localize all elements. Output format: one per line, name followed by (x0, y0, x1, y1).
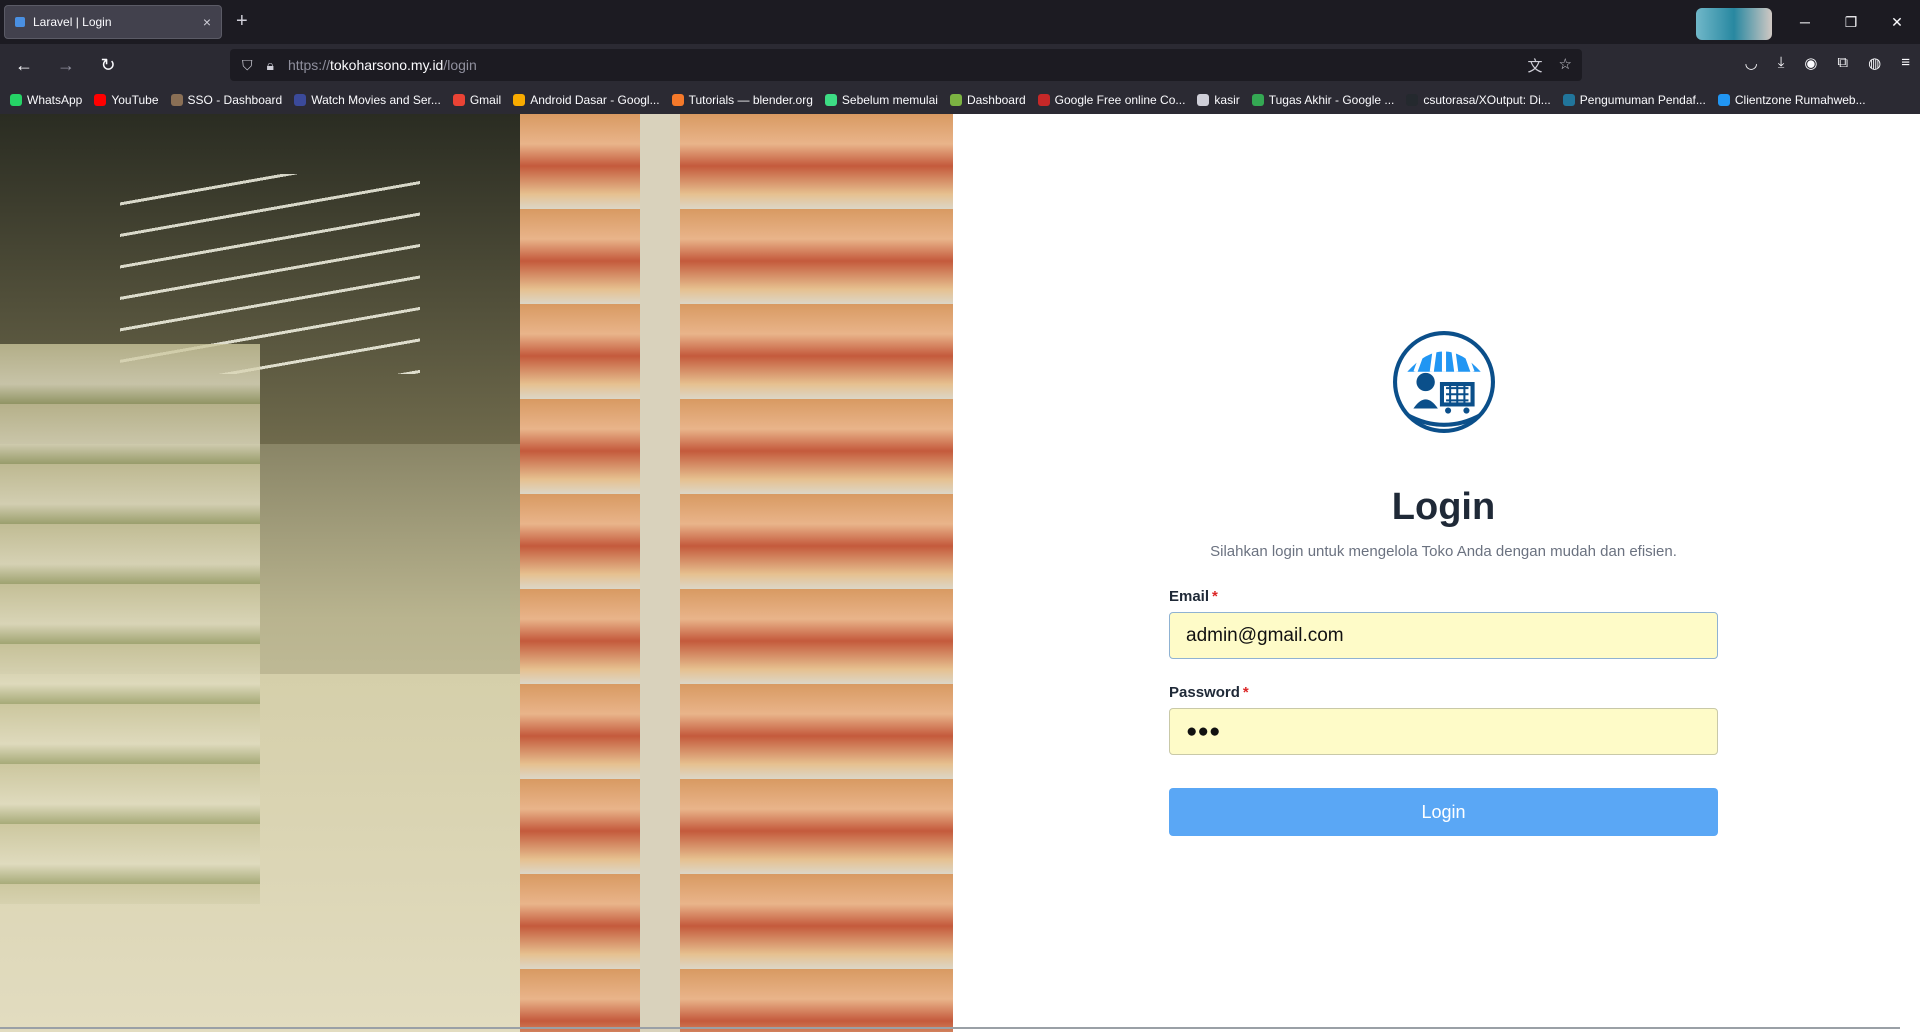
bookmark-favicon-icon (949, 94, 962, 106)
bookmark-label: kasir (1214, 93, 1240, 107)
url-path: /login (443, 57, 477, 73)
url-host: tokoharsono.my.id (329, 57, 444, 73)
bookmark-label: SSO - Dashboard (187, 93, 283, 107)
required-mark: * (1212, 588, 1218, 605)
back-arrow-icon[interactable]: ← (6, 55, 42, 76)
menu-icon[interactable]: ≡ (1901, 54, 1910, 72)
url-bar[interactable]: ⛉ 🔒︎ https:// tokoharsono.my.id /login 文… (230, 49, 1582, 81)
bookmark-favicon-icon (1251, 94, 1264, 106)
divider (0, 1027, 1900, 1029)
bookmark-favicon-icon (170, 94, 183, 106)
tab-active[interactable]: Laravel | Login × (4, 5, 222, 39)
bookmark-item[interactable]: Tutorials — blender.org (671, 93, 813, 107)
bookmark-label: YouTube (111, 93, 159, 107)
login-form: Login Silahkan login untuk mengelola Tok… (1169, 114, 1718, 1032)
restore-icon[interactable]: ❐ (1828, 14, 1874, 31)
email-field[interactable]: admin@gmail.com (1169, 612, 1718, 659)
bookmark-label: Google Free online Co... (1054, 93, 1186, 107)
supermarket-hero-image (0, 114, 953, 1032)
globe-icon[interactable]: ◍ (1868, 54, 1881, 72)
bookmark-label: Tugas Akhir - Google ... (1268, 93, 1395, 107)
translate-icon[interactable]: 文 (1528, 55, 1543, 76)
extensions-icon[interactable]: ⧉ (1837, 54, 1848, 72)
window-controls: ─ ❐ ✕ (1782, 0, 1920, 44)
page-title: Login (1391, 486, 1496, 528)
bookmark-star-icon[interactable]: ☆ (1559, 55, 1572, 76)
tab-strip: Laravel | Login × + ─ ❐ ✕ (0, 0, 1920, 44)
required-mark: * (1242, 684, 1249, 701)
store-logo-icon (1393, 331, 1495, 433)
bookmark-favicon-icon (1406, 94, 1419, 106)
password-field[interactable]: ●●● (1169, 708, 1718, 755)
bookmark-label: Sebelum memulai (841, 93, 938, 107)
email-value: admin@gmail.com (1186, 624, 1344, 646)
bookmark-label: Android Dasar - Googl... (530, 93, 660, 107)
bookmark-item[interactable]: Pengumuman Pendaf... (1562, 93, 1706, 107)
url-protocol: https:// (287, 57, 330, 73)
bookmark-label: Clientzone Rumahweb... (1734, 93, 1866, 107)
bookmark-item[interactable]: csutorasa/XOutput: Di... (1406, 93, 1551, 107)
tab-close-icon[interactable]: × (203, 14, 211, 30)
bookmark-item[interactable]: Google Free online Co... (1037, 93, 1186, 107)
email-label: Email * (1169, 588, 1218, 605)
password-value: ●●● (1186, 720, 1221, 742)
password-label: Password * (1169, 684, 1249, 701)
bookmark-label: Tutorials — blender.org (688, 93, 813, 107)
bookmark-item[interactable]: Watch Movies and Ser... (294, 93, 441, 107)
bookmark-favicon-icon (294, 94, 307, 106)
download-icon[interactable]: ⤓ (1778, 54, 1785, 72)
tab-title: Laravel | Login (33, 15, 112, 29)
toolbar-icons: ◡ ⤓ ◉ ⧉ ◍ ≡ (1745, 54, 1910, 72)
bookmark-label: Gmail (469, 93, 502, 107)
bookmark-favicon-icon (1037, 94, 1050, 106)
theme-avatar-image (1696, 8, 1772, 40)
forward-arrow-icon[interactable]: → (48, 55, 84, 76)
bookmark-favicon-icon (1717, 94, 1730, 106)
bookmark-item[interactable]: kasir (1197, 93, 1240, 107)
reload-icon[interactable]: ↻ (90, 55, 126, 76)
bookmark-item[interactable]: SSO - Dashboard (170, 93, 283, 107)
account-icon[interactable]: ◉ (1804, 54, 1817, 72)
bookmark-label: WhatsApp (27, 93, 83, 107)
shield-icon[interactable]: ⛉ (242, 57, 253, 74)
bookmark-item[interactable]: Android Dasar - Googl... (513, 93, 660, 107)
bookmark-item[interactable]: Gmail (452, 93, 502, 107)
bookmark-label: Watch Movies and Ser... (311, 93, 441, 107)
bookmark-favicon-icon (513, 94, 526, 106)
bookmark-item[interactable]: WhatsApp (10, 93, 82, 107)
bookmark-item[interactable]: Clientzone Rumahweb... (1717, 93, 1866, 107)
lock-icon[interactable]: 🔒︎ (267, 57, 274, 74)
bookmark-label: Dashboard (966, 93, 1026, 107)
bookmark-favicon-icon (1197, 94, 1210, 106)
bookmark-item[interactable]: YouTube (94, 93, 159, 107)
minimize-icon[interactable]: ─ (1782, 14, 1828, 30)
bookmark-item[interactable]: Dashboard (949, 93, 1026, 107)
bookmark-favicon-icon (824, 94, 837, 106)
bookmark-favicon-icon (671, 94, 684, 106)
bookmark-favicon-icon (452, 94, 465, 106)
bookmarks-toolbar: WhatsApp YouTube SSO - Dashboard Watch Movi… (0, 86, 1920, 114)
page-content: Login Silahkan login untuk mengelola Tok… (0, 114, 1920, 1032)
bookmark-item[interactable]: Tugas Akhir - Google ... (1251, 93, 1395, 107)
bookmark-label: Pengumuman Pendaf... (1579, 93, 1706, 107)
new-tab-icon[interactable]: + (236, 10, 248, 33)
bookmark-favicon-icon (10, 94, 22, 106)
close-window-icon[interactable]: ✕ (1874, 14, 1920, 31)
login-subtitle: Silahkan login untuk mengelola Toko Anda… (1210, 543, 1677, 560)
navigation-toolbar: ← → ↻ ⛉ 🔒︎ https:// tokoharsono.my.id /l… (0, 44, 1920, 86)
login-button[interactable]: Login (1169, 788, 1718, 836)
bookmark-item[interactable]: Sebelum memulai (824, 93, 938, 107)
pocket-icon[interactable]: ◡ (1745, 54, 1758, 72)
bookmark-favicon-icon (94, 94, 107, 106)
laravel-favicon-icon (15, 17, 25, 27)
bookmark-label: csutorasa/XOutput: Di... (1423, 93, 1551, 107)
bookmark-favicon-icon (1562, 94, 1575, 106)
